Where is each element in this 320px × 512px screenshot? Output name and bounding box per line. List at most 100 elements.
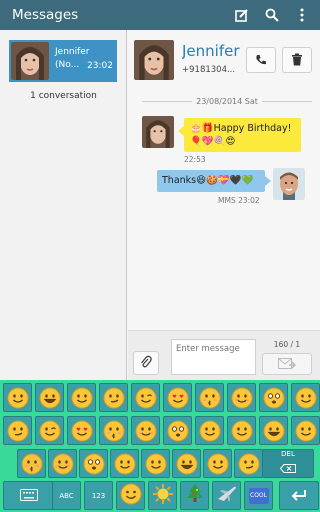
emoji-key[interactable] — [99, 383, 128, 412]
message-input[interactable] — [171, 339, 256, 375]
emoji-key[interactable] — [131, 383, 160, 412]
numbers-key[interactable]: 123 — [84, 481, 113, 510]
compose-icon[interactable] — [230, 3, 254, 27]
emoji-key[interactable] — [163, 416, 192, 445]
outgoing-avatar — [273, 168, 305, 200]
compose-area: 160 / 1 — [128, 330, 320, 380]
emoji-key[interactable] — [172, 449, 201, 478]
contact-avatar[interactable] — [134, 40, 174, 80]
emoji-key[interactable] — [110, 449, 139, 478]
emoji-key[interactable] — [67, 383, 96, 412]
send-icon — [278, 355, 296, 374]
paperclip-icon — [140, 354, 152, 373]
outgoing-message-bubble[interactable]: Thanks😆🍪💝🖤💚 — [157, 170, 271, 192]
numbers-label: 123 — [91, 491, 106, 500]
category-smiley-key[interactable] — [116, 481, 145, 510]
contact-phone: +9181304... — [182, 65, 236, 75]
incoming-avatar — [142, 116, 174, 148]
emoji-key[interactable] — [3, 383, 32, 412]
smiley-icon — [120, 483, 142, 509]
enter-key[interactable] — [279, 481, 319, 510]
emoji-face-icon — [263, 420, 284, 441]
emoji-key[interactable] — [67, 416, 96, 445]
incoming-message-bubble[interactable]: 🎂🎁Happy Birthday! 🎈💖🍭😍 — [178, 118, 301, 152]
emoji-face-icon — [83, 453, 104, 474]
send-button[interactable] — [262, 353, 312, 375]
app-header: Messages — [0, 0, 320, 30]
emoji-key[interactable] — [17, 449, 46, 478]
search-icon[interactable] — [260, 3, 284, 27]
emoji-key[interactable] — [227, 416, 256, 445]
message-time: MMS 23:02 — [218, 196, 260, 205]
character-counter: 160 / 1 — [273, 340, 301, 349]
emoji-face-icon — [145, 453, 166, 474]
delete-label: DEL — [281, 450, 295, 458]
christmas-tree-icon — [184, 483, 206, 509]
call-icon — [255, 51, 267, 70]
emoji-key[interactable] — [35, 416, 64, 445]
emoji-key[interactable] — [99, 416, 128, 445]
backspace-icon — [279, 458, 296, 477]
divider — [261, 100, 312, 102]
message-text: Thanks😆🍪💝🖤💚 — [162, 175, 254, 186]
app-title: Messages — [12, 7, 79, 23]
cool-label: COOL — [250, 492, 267, 499]
attach-button[interactable] — [133, 351, 159, 375]
emoji-face-icon — [103, 420, 124, 441]
emoji-face-icon — [39, 420, 60, 441]
emoji-key[interactable] — [259, 383, 288, 412]
message-time: 22:53 — [184, 155, 206, 164]
abc-key[interactable]: ABC — [52, 481, 81, 510]
emoji-face-icon — [103, 387, 124, 408]
thread-name: Jennifer — [55, 47, 90, 57]
emoji-key[interactable] — [3, 416, 32, 445]
emoji-face-icon — [199, 420, 220, 441]
emoji-face-icon — [231, 420, 252, 441]
delete-button[interactable] — [282, 47, 312, 73]
category-places-key[interactable] — [212, 481, 241, 510]
contact-header: Jennifer +9181304... — [128, 30, 320, 86]
emoji-face-icon — [114, 453, 135, 474]
category-symbols-key[interactable]: COOL — [244, 481, 273, 510]
emoji-face-icon — [167, 420, 188, 441]
emoji-key[interactable] — [195, 383, 224, 412]
emoji-key[interactable] — [234, 449, 263, 478]
emoji-key[interactable] — [79, 449, 108, 478]
airplane-icon — [216, 483, 238, 509]
abc-label: ABC — [59, 491, 74, 500]
emoji-face-icon — [7, 420, 28, 441]
emoji-key[interactable] — [141, 449, 170, 478]
sun-icon — [152, 483, 174, 509]
thread-time: 23:02 — [87, 61, 113, 71]
emoji-face-icon — [135, 387, 156, 408]
emoji-face-icon — [7, 387, 28, 408]
emoji-key[interactable] — [195, 416, 224, 445]
more-icon[interactable] — [290, 3, 314, 27]
thread-item[interactable]: Jennifer (No... 23:02 — [9, 40, 117, 82]
emoji-key[interactable] — [227, 383, 256, 412]
call-button[interactable] — [246, 47, 276, 73]
emoji-key[interactable] — [48, 449, 77, 478]
emoji-face-icon — [135, 420, 156, 441]
emoji-keyboard: DEL ABC 123 COOL — [0, 380, 320, 512]
category-objects-key[interactable] — [180, 481, 209, 510]
delete-key[interactable]: DEL — [262, 449, 314, 478]
delete-icon — [291, 51, 303, 70]
emoji-key[interactable] — [291, 416, 320, 445]
emoji-key[interactable] — [203, 449, 232, 478]
emoji-key[interactable] — [163, 383, 192, 412]
emoji-key[interactable] — [291, 383, 320, 412]
category-nature-key[interactable] — [148, 481, 177, 510]
emoji-key[interactable] — [35, 383, 64, 412]
date-separator: 23/08/2014 Sat — [142, 95, 312, 107]
emoji-face-icon — [71, 420, 92, 441]
keyboard-switch-key[interactable] — [3, 481, 55, 510]
emoji-face-icon — [207, 453, 228, 474]
conversation-pane: Jennifer +9181304... 23/08/2014 Sat 🎂🎁Ha… — [128, 30, 320, 380]
emoji-face-icon — [295, 387, 316, 408]
emoji-key[interactable] — [259, 416, 288, 445]
emoji-key[interactable] — [131, 416, 160, 445]
emoji-face-icon — [39, 387, 60, 408]
thread-summary: Jennifer (No... 23:02 — [55, 46, 117, 76]
emoji-face-icon — [238, 453, 259, 474]
